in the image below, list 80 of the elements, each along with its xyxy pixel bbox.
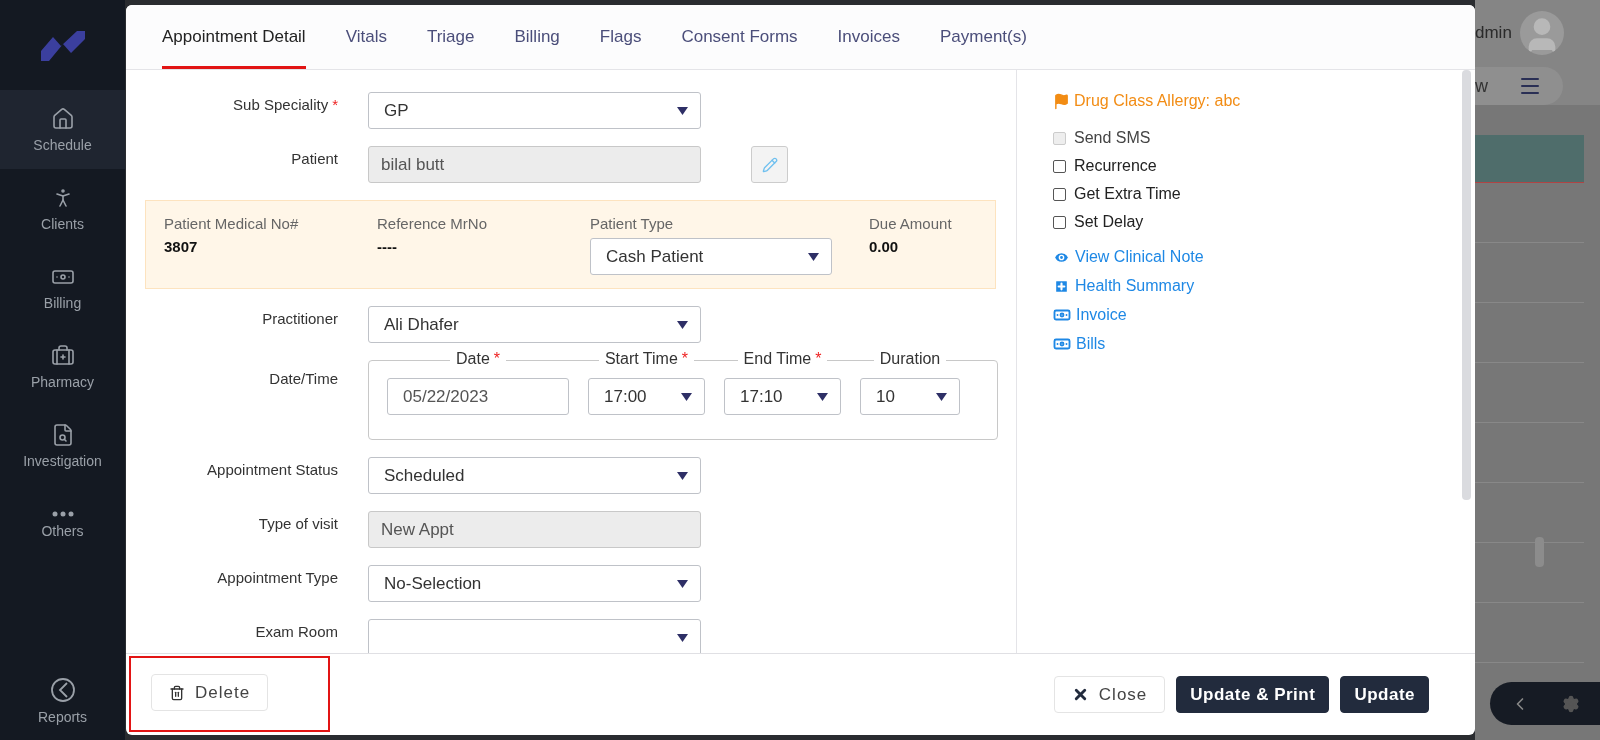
settings-icon[interactable] xyxy=(1562,694,1580,713)
chart-circle-icon xyxy=(49,676,76,703)
sidebar-item[interactable]: Pharmacy xyxy=(0,327,125,406)
trash-icon xyxy=(169,684,185,701)
checkbox-label: Send SMS xyxy=(1074,129,1151,147)
info-label: Due Amount xyxy=(869,215,953,232)
caret-icon xyxy=(681,392,692,401)
tab[interactable]: Flags xyxy=(599,5,642,69)
select-field[interactable]: 17:00 xyxy=(588,378,705,415)
tab[interactable]: Appointment Detail xyxy=(162,5,306,69)
caret-icon xyxy=(817,392,828,401)
checkbox[interactable] xyxy=(1053,215,1066,229)
tab[interactable]: Payment(s) xyxy=(940,5,1027,69)
delete-button[interactable]: Delete xyxy=(151,674,269,711)
info-label: Reference MrNo xyxy=(377,215,489,232)
field-label: Appointment Type xyxy=(216,568,338,586)
footer-button[interactable]: Update xyxy=(1340,676,1429,713)
house-icon xyxy=(50,106,75,131)
checkbox[interactable] xyxy=(1053,187,1066,201)
more-icon xyxy=(51,510,74,517)
caret-icon xyxy=(808,252,819,261)
sidebar-item[interactable]: Investigation xyxy=(0,406,125,485)
side-link[interactable]: View Clinical Note xyxy=(1053,248,1475,266)
caret-icon xyxy=(677,106,688,115)
pencil-icon xyxy=(761,156,778,173)
select-field[interactable]: Cash Patient xyxy=(590,238,832,275)
info-label: Patient Type xyxy=(590,215,675,232)
info-value: 3807 xyxy=(164,238,199,255)
caret-icon xyxy=(677,471,688,480)
select-field[interactable]: 17:10 xyxy=(724,378,841,415)
field-label: Patient xyxy=(290,149,338,167)
readonly-field: bilal butt xyxy=(368,146,701,183)
edit-button[interactable] xyxy=(751,146,788,183)
field-label: Exam Room xyxy=(254,622,338,640)
info-value: ---- xyxy=(377,238,398,255)
field-label: Appointment Status xyxy=(206,460,338,478)
footer-button[interactable]: Update & Print xyxy=(1176,676,1330,713)
select-field[interactable]: GP xyxy=(368,92,701,129)
info-value: 0.00 xyxy=(869,238,900,255)
select-field[interactable]: Scheduled xyxy=(368,457,701,494)
select-field[interactable]: 10 xyxy=(860,378,960,415)
sidebar-item[interactable]: Others xyxy=(0,485,125,564)
checkbox-label: Get Extra Time xyxy=(1074,185,1181,203)
select-field[interactable]: Ali Dhafer xyxy=(368,306,701,343)
checkbox-label: Set Delay xyxy=(1074,213,1144,231)
scrollbar[interactable] xyxy=(1462,70,1471,500)
allergy-text: Drug Class Allergy: abc xyxy=(1074,92,1241,110)
select-field[interactable]: No-Selection xyxy=(368,565,701,602)
footer-button[interactable]: Close xyxy=(1053,676,1166,713)
sidebar-item[interactable]: Clients xyxy=(0,169,125,248)
flag-icon xyxy=(1053,92,1070,110)
field-label: Type of visit xyxy=(257,514,338,532)
user-name: dmin xyxy=(1475,22,1512,43)
readonly-field: New Appt xyxy=(368,511,701,548)
tab[interactable]: Invoices xyxy=(837,5,900,69)
date-field[interactable]: 05/22/2023 xyxy=(387,378,569,415)
tab[interactable]: Vitals xyxy=(345,5,387,69)
side-link[interactable]: Health Summary xyxy=(1053,277,1475,295)
select-field[interactable] xyxy=(368,619,701,653)
field-label: Practitioner xyxy=(261,309,338,327)
side-link[interactable]: Invoice xyxy=(1053,306,1475,324)
checkbox-label: Recurrence xyxy=(1074,157,1157,175)
medical-case-icon xyxy=(50,343,75,368)
field-label: Date/Time xyxy=(268,369,338,387)
tab[interactable]: Consent Forms xyxy=(681,5,798,69)
field-label: Sub Speciality * xyxy=(232,95,338,113)
view-button[interactable]: w xyxy=(1475,75,1488,97)
sidebar-item[interactable]: Schedule xyxy=(0,90,125,169)
caret-icon xyxy=(677,633,688,642)
caret-icon xyxy=(677,320,688,329)
caret-icon xyxy=(936,392,947,401)
tab[interactable]: Triage xyxy=(426,5,475,69)
sidebar-item[interactable]: Reports xyxy=(0,661,125,740)
logo-icon xyxy=(40,29,85,61)
sidebar-item[interactable]: Billing xyxy=(0,248,125,327)
tab[interactable]: Billing xyxy=(514,5,560,69)
caret-icon xyxy=(677,579,688,588)
checkbox[interactable] xyxy=(1053,159,1066,173)
side-link[interactable]: Bills xyxy=(1053,335,1475,353)
info-label: Patient Medical No# xyxy=(164,215,300,232)
